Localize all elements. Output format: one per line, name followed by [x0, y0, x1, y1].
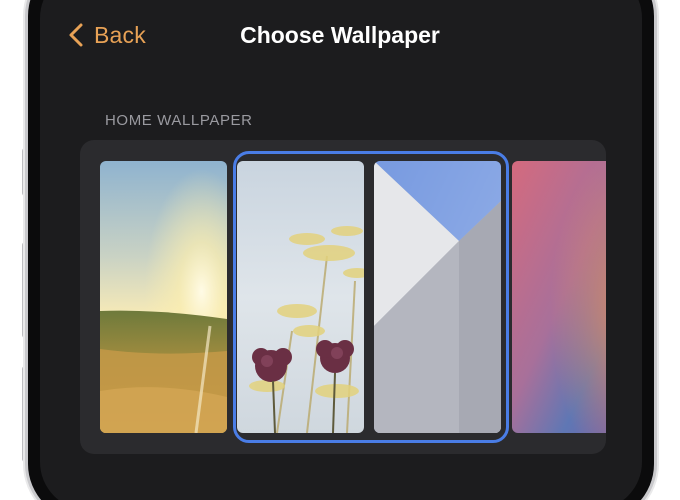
gradient-pink-blue-image [512, 161, 606, 433]
section-label: HOME WALLPAPER [105, 112, 253, 129]
mute-switch [22, 148, 27, 196]
page-title: Choose Wallpaper [240, 22, 440, 48]
wallpaper-thumbnail-sunset-field[interactable] [100, 161, 227, 433]
wallpaper-thumbnail-flowers-sky[interactable] [237, 161, 364, 433]
wallpaper-thumbnail-white-wall-sky[interactable] [374, 161, 501, 433]
wallpaper-thumbnail-gradient-pink-blue[interactable] [512, 161, 606, 433]
volume-up-button [22, 242, 27, 338]
white-wall-sky-image [374, 161, 501, 433]
wallpaper-carousel[interactable] [80, 140, 606, 454]
flowers-sky-image [237, 161, 364, 433]
volume-down-button [22, 366, 27, 462]
sunset-field-image [100, 161, 227, 433]
app-screen: Back Choose Wallpaper HOME WALLPAPER [0, 0, 680, 500]
